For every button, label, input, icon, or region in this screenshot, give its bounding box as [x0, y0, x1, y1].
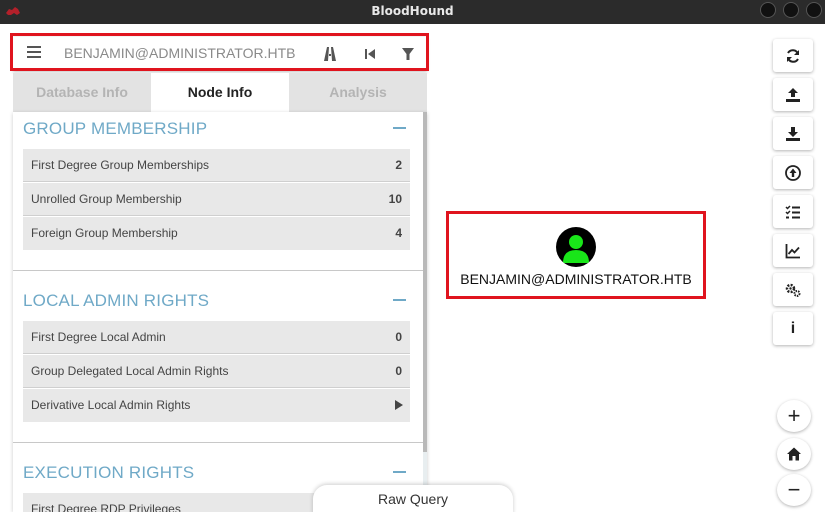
row-label: First Degree Local Admin — [31, 330, 166, 344]
list-item[interactable]: First Degree Local Admin 0 — [23, 321, 410, 354]
home-button[interactable] — [777, 438, 811, 470]
panel-tabs: Database Info Node Info Analysis — [13, 73, 427, 112]
refresh-button[interactable] — [773, 39, 813, 72]
user-node-icon[interactable] — [556, 227, 596, 267]
upload-button[interactable] — [773, 78, 813, 111]
plus-icon: + — [787, 403, 801, 428]
window-title: BloodHound — [371, 4, 454, 18]
tab-database-info[interactable]: Database Info — [13, 73, 151, 112]
download-icon — [786, 126, 800, 141]
list-item[interactable]: Derivative Local Admin Rights — [23, 389, 410, 422]
row-label: First Degree RDP Privileges — [31, 502, 181, 512]
settings-icon — [785, 283, 801, 297]
collapse-icon[interactable] — [393, 299, 406, 301]
tab-node-info[interactable]: Node Info — [151, 73, 289, 112]
chart-button[interactable] — [773, 234, 813, 267]
row-value: 4 — [395, 226, 402, 240]
settings-button[interactable] — [773, 273, 813, 306]
upload-icon — [786, 87, 800, 102]
raw-query-toggle[interactable]: Raw Query — [313, 485, 513, 512]
scrollbar-thumb[interactable] — [423, 112, 427, 452]
home-icon — [787, 447, 801, 461]
zoom-in-button[interactable]: + — [777, 400, 811, 432]
row-label: First Degree Group Memberships — [31, 158, 210, 172]
window-titlebar: BloodHound — [0, 0, 825, 24]
section-title-execution-rights[interactable]: EXECUTION RIGHTS — [23, 463, 194, 483]
tab-analysis[interactable]: Analysis — [289, 73, 427, 112]
row-label: Group Delegated Local Admin Rights — [31, 364, 229, 378]
node-info-panel: GROUP MEMBERSHIP First Degree Group Memb… — [13, 112, 427, 512]
queries-button[interactable] — [773, 195, 813, 228]
info-button[interactable]: i — [773, 312, 813, 345]
info-icon: i — [790, 319, 796, 337]
row-value: 2 — [395, 158, 402, 172]
collapse-icon[interactable] — [393, 127, 406, 129]
row-label: Foreign Group Membership — [31, 226, 178, 240]
list-item[interactable]: First Degree Group Memberships 2 — [23, 149, 410, 182]
row-label: Derivative Local Admin Rights — [31, 398, 191, 412]
list-item[interactable]: Group Delegated Local Admin Rights 0 — [23, 355, 410, 388]
search-highlight-box — [10, 33, 429, 71]
import-icon — [785, 164, 801, 181]
download-button[interactable] — [773, 117, 813, 150]
close-button[interactable] — [806, 2, 822, 18]
list-item[interactable]: Unrolled Group Membership 10 — [23, 183, 410, 216]
play-icon[interactable] — [395, 400, 403, 410]
zoom-out-button[interactable]: − — [777, 474, 811, 506]
maximize-button[interactable] — [783, 2, 799, 18]
graph-node-highlight: BENJAMIN@ADMINISTRATOR.HTB — [446, 211, 706, 299]
minus-icon: − — [787, 477, 801, 502]
row-label: Unrolled Group Membership — [31, 192, 182, 206]
node-label[interactable]: BENJAMIN@ADMINISTRATOR.HTB — [449, 271, 703, 287]
import-button[interactable] — [773, 156, 813, 189]
chart-icon — [785, 243, 800, 258]
section-divider — [13, 270, 423, 271]
section-divider — [13, 442, 423, 443]
refresh-icon — [787, 48, 799, 63]
section-title-local-admin-rights[interactable]: LOCAL ADMIN RIGHTS — [23, 291, 209, 311]
checklist-icon — [785, 204, 800, 218]
section-title-group-membership[interactable]: GROUP MEMBERSHIP — [23, 119, 207, 139]
collapse-icon[interactable] — [393, 471, 406, 473]
row-value: 0 — [395, 330, 402, 344]
minimize-button[interactable] — [760, 2, 776, 18]
row-value: 0 — [395, 364, 402, 378]
list-item[interactable]: Foreign Group Membership 4 — [23, 217, 410, 250]
row-value: 10 — [388, 192, 402, 206]
